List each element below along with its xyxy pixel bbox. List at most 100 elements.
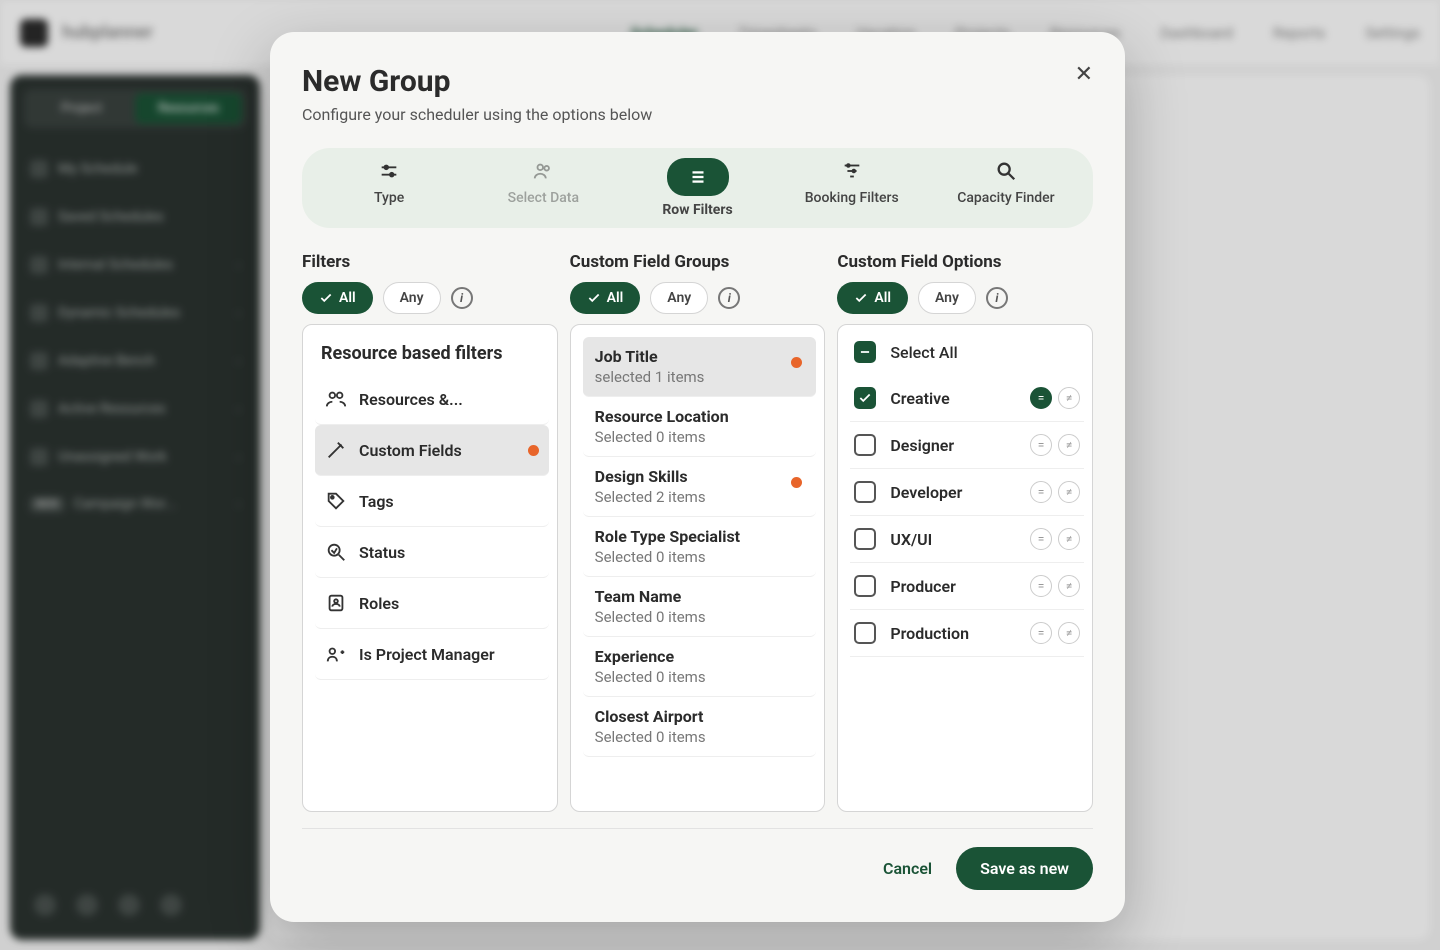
option-checkbox[interactable] — [854, 387, 876, 409]
options-column: Custom Field Options All Any i Select Al… — [837, 252, 1093, 812]
equals-operator[interactable]: = — [1030, 528, 1052, 550]
group-item[interactable]: Team NameSelected 0 items — [583, 577, 817, 637]
group-title: Closest Airport — [595, 707, 805, 726]
check-icon — [319, 291, 333, 305]
option-item: Creative=≠ — [850, 375, 1084, 422]
option-label: UX/UI — [890, 530, 1016, 549]
equals-operator[interactable]: = — [1030, 481, 1052, 503]
cancel-button[interactable]: Cancel — [883, 859, 932, 878]
group-subtitle: Selected 0 items — [595, 428, 805, 446]
filter-item-label: Is Project Manager — [359, 645, 539, 664]
filters-panel: Resource based filters Resources &...Cus… — [302, 324, 558, 812]
group-item[interactable]: Role Type SpecialistSelected 0 items — [583, 517, 817, 577]
filter-item[interactable]: Is Project Manager — [315, 629, 549, 680]
not-equals-operator[interactable]: ≠ — [1058, 528, 1080, 550]
groups-any-pill[interactable]: Any — [650, 282, 708, 314]
filter-item[interactable]: Roles — [315, 578, 549, 629]
info-icon[interactable]: i — [451, 287, 473, 309]
group-subtitle: Selected 0 items — [595, 668, 805, 686]
filters-column: Filters All Any i Resource based filters… — [302, 252, 558, 812]
filters-any-pill[interactable]: Any — [383, 282, 441, 314]
filter-icon — [839, 158, 865, 184]
select-all-checkbox[interactable] — [854, 341, 876, 363]
list-icon — [685, 164, 711, 190]
filter-item-icon — [325, 490, 347, 512]
group-subtitle: Selected 2 items — [595, 488, 805, 506]
save-as-new-button[interactable]: Save as new — [956, 847, 1093, 890]
option-checkbox[interactable] — [854, 481, 876, 503]
search-icon — [993, 158, 1019, 184]
active-indicator-dot — [791, 477, 802, 488]
not-equals-operator[interactable]: ≠ — [1058, 481, 1080, 503]
option-label: Production — [890, 624, 1016, 643]
option-label: Designer — [890, 436, 1016, 455]
new-group-modal: ✕ New Group Configure your scheduler usi… — [270, 32, 1125, 922]
group-title: Job Title — [595, 347, 805, 366]
groups-panel: Job Title selected 1 items Resource Locati… — [570, 324, 826, 812]
equals-operator[interactable]: = — [1030, 387, 1052, 409]
filter-item[interactable]: Status — [315, 527, 549, 578]
option-item: UX/UI = ≠ — [850, 516, 1084, 563]
group-title: Resource Location — [595, 407, 805, 426]
step-label: Type — [374, 190, 404, 206]
group-item[interactable]: Resource Location Selected 0 items — [583, 397, 817, 457]
filter-item-label: Custom Fields — [359, 441, 516, 460]
filter-item-icon — [325, 643, 347, 665]
filter-item-label: Tags — [359, 492, 539, 511]
operator-group: =≠ — [1030, 481, 1080, 503]
equals-operator[interactable]: = — [1030, 575, 1052, 597]
filter-item-icon — [325, 388, 347, 410]
operator-group: =≠ — [1030, 575, 1080, 597]
check-icon — [587, 291, 601, 305]
group-item[interactable]: Experience Selected 0 items — [583, 637, 817, 697]
group-item[interactable]: Job Title selected 1 items — [583, 337, 817, 397]
filter-item[interactable]: Tags — [315, 476, 549, 527]
close-icon[interactable]: ✕ — [1075, 62, 1093, 87]
not-equals-operator[interactable]: ≠ — [1058, 434, 1080, 456]
groups-all-pill[interactable]: All — [570, 282, 641, 314]
filters-all-pill[interactable]: All — [302, 282, 373, 314]
step-row-filters[interactable]: Row Filters — [620, 158, 774, 218]
filter-item-label: Status — [359, 543, 539, 562]
step-label: Capacity Finder — [957, 190, 1054, 206]
options-any-pill[interactable]: Any — [918, 282, 976, 314]
option-checkbox[interactable] — [854, 528, 876, 550]
group-item[interactable]: Closest AirportSelected 0 items — [583, 697, 817, 757]
groups-heading: Custom Field Groups — [570, 252, 826, 272]
info-icon[interactable]: i — [986, 287, 1008, 309]
not-equals-operator[interactable]: ≠ — [1058, 622, 1080, 644]
step-select-data[interactable]: Select Data — [466, 158, 620, 218]
operator-group: =≠ — [1030, 387, 1080, 409]
filters-heading: Filters — [302, 252, 558, 272]
option-checkbox[interactable] — [854, 575, 876, 597]
filter-item[interactable]: Custom Fields — [315, 425, 549, 476]
not-equals-operator[interactable]: ≠ — [1058, 575, 1080, 597]
step-type[interactable]: Type — [312, 158, 466, 218]
sliders-icon — [376, 158, 402, 184]
groups-column: Custom Field Groups All Any i Job Title s… — [570, 252, 826, 812]
options-all-pill[interactable]: All — [837, 282, 908, 314]
group-title: Team Name — [595, 587, 805, 606]
option-item: Designer=≠ — [850, 422, 1084, 469]
equals-operator[interactable]: = — [1030, 434, 1052, 456]
option-item: Developer=≠ — [850, 469, 1084, 516]
check-icon — [854, 291, 868, 305]
option-checkbox[interactable] — [854, 434, 876, 456]
option-checkbox[interactable] — [854, 622, 876, 644]
modal-footer: Cancel Save as new — [302, 828, 1093, 890]
step-capacity-finder[interactable]: Capacity Finder — [929, 158, 1083, 218]
filter-item-icon — [325, 592, 347, 614]
filter-item[interactable]: Resources &... — [315, 374, 549, 425]
minus-icon — [858, 345, 872, 359]
group-title: Experience — [595, 647, 805, 666]
stepper: Type Select Data Row Filters Booking Fil… — [302, 148, 1093, 228]
active-indicator-dot — [528, 445, 539, 456]
group-subtitle: selected 1 items — [595, 368, 805, 386]
step-booking-filters[interactable]: Booking Filters — [775, 158, 929, 218]
equals-operator[interactable]: = — [1030, 622, 1052, 644]
info-icon[interactable]: i — [718, 287, 740, 309]
group-item[interactable]: Design SkillsSelected 2 items — [583, 457, 817, 517]
not-equals-operator[interactable]: ≠ — [1058, 387, 1080, 409]
operator-group: =≠ — [1030, 434, 1080, 456]
option-label: Creative — [890, 389, 1016, 408]
